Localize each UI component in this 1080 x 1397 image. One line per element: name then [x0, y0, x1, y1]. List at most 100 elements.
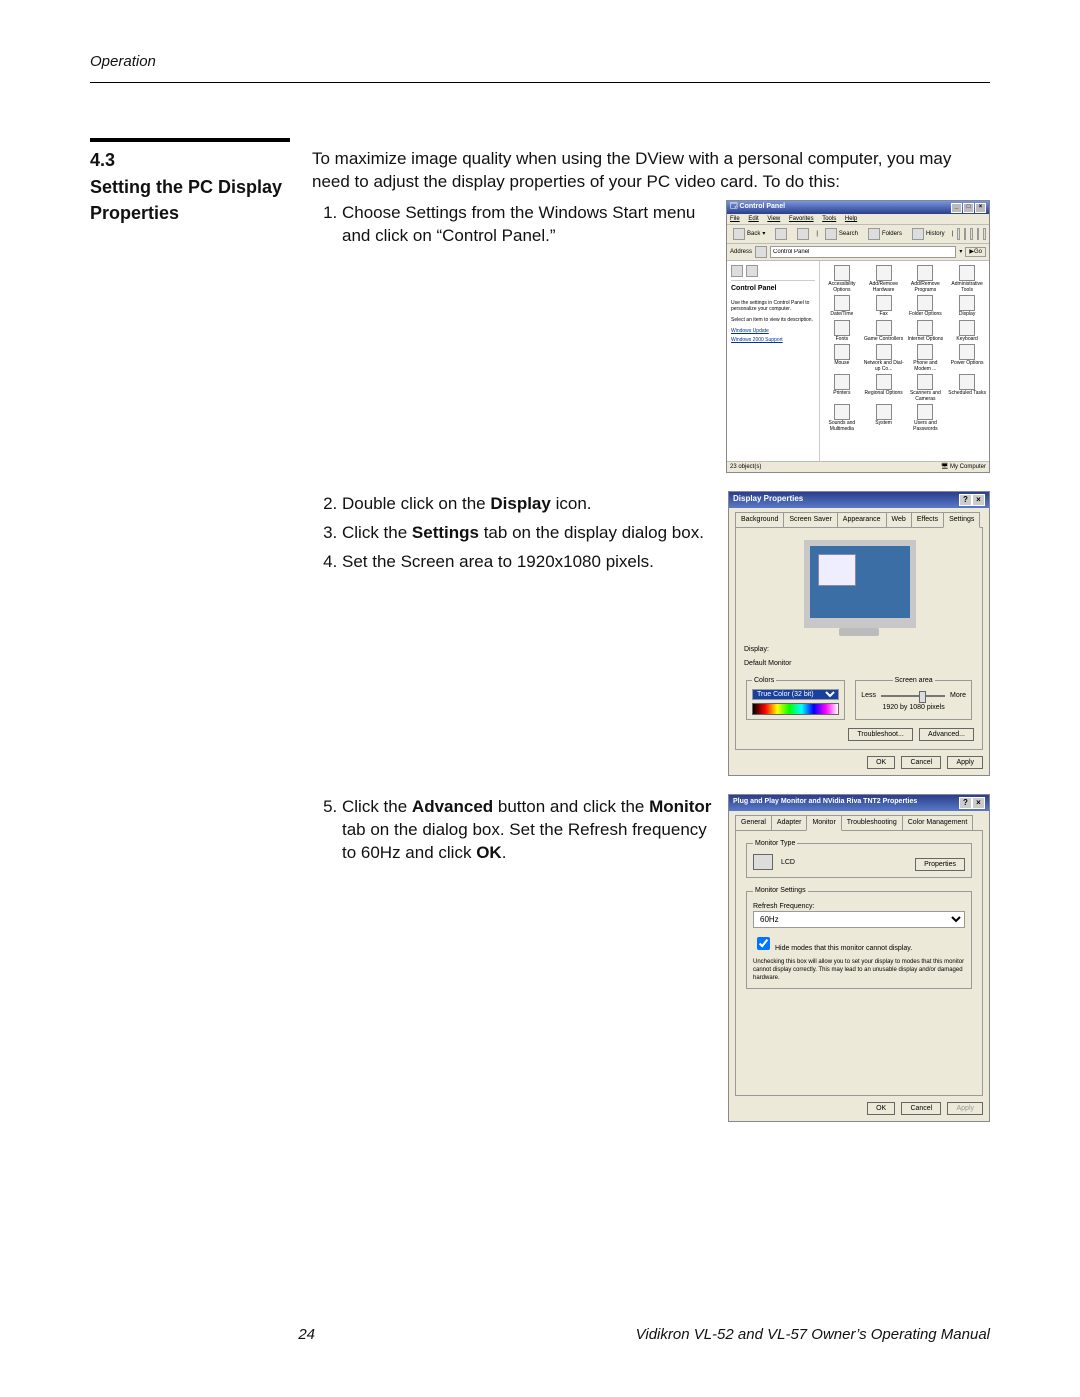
- cp-item[interactable]: Scheduled Tasks: [947, 374, 987, 402]
- menu-tools[interactable]: Tools: [822, 216, 836, 222]
- hide-modes-checkbox[interactable]: [757, 937, 770, 950]
- cancel-button[interactable]: Cancel: [901, 1102, 941, 1115]
- cp-statusbar: 23 object(s) 🖥 My Computer: [727, 461, 989, 472]
- cp-addressbar[interactable]: Address ▾ ▶Go: [727, 244, 989, 261]
- tab-troubleshooting[interactable]: Troubleshooting: [841, 815, 903, 829]
- cp-item[interactable]: Sounds and Multimedia: [822, 404, 862, 432]
- forward-button[interactable]: [772, 227, 790, 241]
- tab-background[interactable]: Background: [735, 512, 784, 526]
- cp-item[interactable]: Users and Passwords: [906, 404, 946, 432]
- cp-window-buttons[interactable]: _□×: [950, 202, 986, 213]
- cp-item[interactable]: Internet Options: [906, 320, 946, 343]
- cp-item-label: Power Options: [947, 361, 987, 367]
- cp-item[interactable]: Folder Options: [906, 295, 946, 318]
- close-icon[interactable]: ×: [975, 203, 986, 213]
- cp-item-icon: [834, 374, 850, 390]
- cp-item-label: Network and Dial-up Co...: [864, 361, 904, 372]
- cp-item[interactable]: Game Controllers: [864, 320, 904, 343]
- area-more-label: More: [950, 691, 966, 700]
- address-input[interactable]: [770, 246, 956, 258]
- tool-icon[interactable]: [983, 228, 986, 240]
- cp-item[interactable]: Administrative Tools: [947, 265, 987, 293]
- tool-icon[interactable]: [964, 228, 967, 240]
- colors-select[interactable]: True Color (32 bit): [752, 689, 839, 700]
- tab-color-management[interactable]: Color Management: [902, 815, 974, 829]
- maximize-icon[interactable]: □: [963, 203, 974, 213]
- menu-favorites[interactable]: Favorites: [789, 216, 814, 222]
- cp-item-icon: [834, 344, 850, 360]
- advanced-button[interactable]: Advanced...: [919, 728, 974, 741]
- cancel-button[interactable]: Cancel: [901, 756, 941, 769]
- forward-icon: [775, 228, 787, 240]
- cp-item[interactable]: Keyboard: [947, 320, 987, 343]
- cp-menubar[interactable]: File Edit View Favorites Tools Help: [727, 214, 989, 225]
- cp-item[interactable]: System: [864, 404, 904, 432]
- tab-general[interactable]: General: [735, 815, 772, 829]
- go-button[interactable]: ▶Go: [965, 247, 986, 257]
- tool-icon[interactable]: [957, 228, 960, 240]
- tab-web[interactable]: Web: [886, 512, 912, 526]
- dp-window-buttons[interactable]: ?×: [959, 494, 985, 506]
- cp-item[interactable]: Accessibility Options: [822, 265, 862, 293]
- ok-button[interactable]: OK: [867, 756, 895, 769]
- help-icon[interactable]: ?: [959, 797, 972, 809]
- tab-appearance[interactable]: Appearance: [837, 512, 887, 526]
- back-button[interactable]: Back ▾: [730, 227, 768, 241]
- troubleshoot-button[interactable]: Troubleshoot...: [848, 728, 912, 741]
- tab-settings[interactable]: Settings: [943, 512, 980, 527]
- slider-thumb[interactable]: [919, 691, 926, 703]
- dropdown-icon[interactable]: ▾: [959, 248, 962, 256]
- search-button[interactable]: Search: [822, 227, 861, 241]
- apply-button[interactable]: Apply: [947, 756, 983, 769]
- cp-item[interactable]: Printers: [822, 374, 862, 402]
- cp-item[interactable]: Network and Dial-up Co...: [864, 344, 904, 372]
- cp-item[interactable]: Fax: [864, 295, 904, 318]
- cp-item[interactable]: Fonts: [822, 320, 862, 343]
- menu-view[interactable]: View: [767, 216, 780, 222]
- cp-link-update[interactable]: Windows Update: [731, 328, 815, 335]
- search-icon: [825, 228, 837, 240]
- cp-side-title: Control Panel: [731, 284, 815, 296]
- menu-edit[interactable]: Edit: [748, 216, 758, 222]
- adv-window-buttons[interactable]: ?×: [959, 797, 985, 809]
- cp-item[interactable]: Date/Time: [822, 295, 862, 318]
- tool-icon[interactable]: [977, 228, 980, 240]
- cp-item-label: Sounds and Multimedia: [822, 421, 862, 432]
- cp-item[interactable]: Power Options: [947, 344, 987, 372]
- help-icon[interactable]: ?: [959, 494, 972, 506]
- history-button[interactable]: History: [909, 227, 948, 241]
- adv-tabstrip[interactable]: General Adapter Monitor Troubleshooting …: [729, 811, 989, 829]
- close-icon[interactable]: ×: [972, 797, 985, 809]
- cp-toolbar[interactable]: Back ▾ | Search Folders History |: [727, 225, 989, 244]
- monitor-type-value: LCD: [781, 859, 795, 866]
- cp-item[interactable]: Scanners and Cameras: [906, 374, 946, 402]
- dp-tabstrip[interactable]: Background Screen Saver Appearance Web E…: [729, 508, 989, 526]
- cp-item[interactable]: Display: [947, 295, 987, 318]
- close-icon[interactable]: ×: [972, 494, 985, 506]
- cp-item-icon: [959, 265, 975, 281]
- menu-help[interactable]: Help: [845, 216, 857, 222]
- tab-adapter[interactable]: Adapter: [771, 815, 808, 829]
- minimize-icon[interactable]: _: [951, 203, 962, 213]
- tab-screensaver[interactable]: Screen Saver: [783, 512, 837, 526]
- ok-button[interactable]: OK: [867, 1102, 895, 1115]
- cp-item-icon: [959, 295, 975, 311]
- folders-button[interactable]: Folders: [865, 227, 905, 241]
- cp-link-support[interactable]: Windows 2000 Support: [731, 337, 815, 344]
- properties-button[interactable]: Properties: [915, 858, 965, 871]
- tab-monitor[interactable]: Monitor: [806, 815, 841, 830]
- apply-button[interactable]: Apply: [947, 1102, 983, 1115]
- tool-icon[interactable]: [970, 228, 973, 240]
- cp-item[interactable]: Add/Remove Hardware: [864, 265, 904, 293]
- up-button[interactable]: [794, 227, 812, 241]
- refresh-select[interactable]: 60Hz: [753, 911, 965, 928]
- cp-item[interactable]: Phone and Modem ...: [906, 344, 946, 372]
- cp-item[interactable]: Add/Remove Programs: [906, 265, 946, 293]
- figure-display-properties: Display Properties ?× Background Screen …: [728, 491, 990, 776]
- resolution-slider[interactable]: Less More: [861, 691, 966, 700]
- cp-item[interactable]: Mouse: [822, 344, 862, 372]
- cp-side-desc2: Select an item to view its description.: [731, 317, 815, 324]
- menu-file[interactable]: File: [730, 216, 740, 222]
- tab-effects[interactable]: Effects: [911, 512, 944, 526]
- cp-item[interactable]: Regional Options: [864, 374, 904, 402]
